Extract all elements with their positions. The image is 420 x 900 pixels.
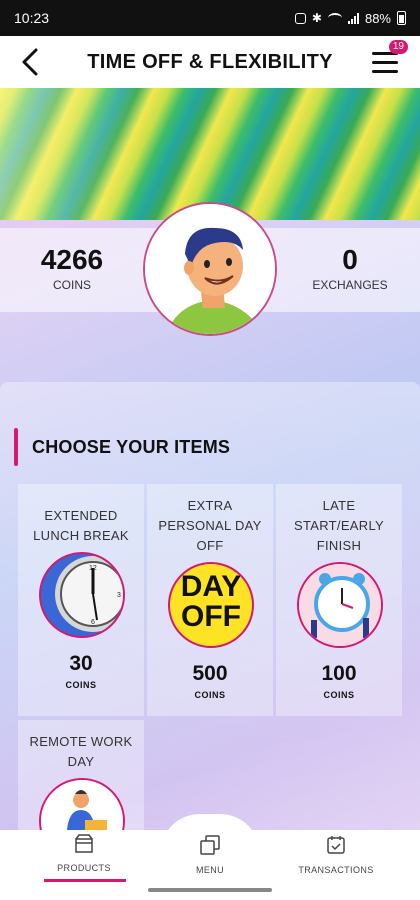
day-off-text-day: DAY (180, 570, 242, 603)
box-icon (75, 834, 93, 853)
chevron-left-icon (22, 48, 38, 76)
status-time: 10:23 (14, 10, 50, 26)
svg-text:3: 3 (117, 592, 121, 599)
coins-value: 4266 (40, 244, 104, 275)
status-icons: ✱ 88% (294, 10, 406, 26)
nav-transactions[interactable]: TRANSACTIONS (266, 834, 406, 875)
signal-icon (347, 12, 359, 24)
status-bar: 10:23 ✱ 88% (0, 0, 420, 36)
calendar-check-icon (327, 836, 345, 854)
item-name: OFF (196, 538, 224, 553)
home-indicator[interactable] (148, 888, 272, 892)
page-title: TIME OFF & FLEXIBILITY (87, 50, 333, 73)
section-title: CHOOSE YOUR ITEMS (32, 436, 231, 457)
bluetooth-icon: ✱ (311, 11, 322, 25)
item-card-extended-lunch-break[interactable]: EXTENDED LUNCH BREAK 12 3 6 30 COINS (18, 484, 144, 716)
copy-icon (200, 835, 220, 855)
nav-menu[interactable]: MENU (140, 834, 280, 875)
nav-products-label: PRODUCTS (57, 863, 111, 873)
item-price: 500 (192, 662, 228, 685)
app-header: TIME OFF & FLEXIBILITY 19 (0, 36, 420, 88)
nav-products[interactable]: PRODUCTS (14, 834, 154, 873)
laptop-person-icon (39, 778, 125, 830)
category-banner (0, 88, 420, 220)
alarm-clock-icon (297, 562, 383, 648)
battery-icon (397, 11, 406, 25)
coins-stat: 4266 COINS (2, 244, 142, 292)
item-name: DAY (67, 754, 95, 769)
section-header: CHOOSE YOUR ITEMS (14, 428, 230, 466)
clock-icon: 12 3 6 (39, 552, 125, 638)
coins-label: COINS (52, 278, 91, 292)
item-price-unit: COINS (323, 690, 355, 700)
alarm-icon (294, 12, 306, 24)
nav-transactions-label: TRANSACTIONS (298, 865, 374, 875)
item-price: 30 (69, 652, 93, 675)
item-name: EXTRA (187, 498, 233, 513)
hamburger-line (372, 61, 398, 64)
exchanges-label: EXCHANGES (312, 278, 388, 292)
item-price-unit: COINS (65, 680, 97, 690)
menu-button[interactable]: 19 (368, 40, 408, 80)
item-name: FINISH (316, 538, 362, 553)
back-button[interactable] (12, 44, 48, 80)
item-name: REMOTE WORK (29, 734, 133, 749)
wifi-icon (327, 13, 342, 23)
item-name: LATE (322, 498, 356, 513)
battery-percent: 88% (364, 10, 391, 26)
day-off-text-off: OFF (181, 600, 241, 633)
user-avatar-icon (145, 204, 275, 334)
item-name: PERSONAL DAY (158, 518, 262, 533)
svg-text:6: 6 (91, 619, 95, 626)
exchanges-stat: 0 EXCHANGES (280, 244, 420, 292)
notification-badge: 19 (388, 40, 408, 54)
item-card-extra-personal-day-off[interactable]: EXTRA PERSONAL DAY OFF DAY OFF 500 COINS (147, 484, 273, 716)
item-name: EXTENDED (44, 508, 118, 523)
nav-menu-label: MENU (195, 865, 225, 875)
item-name: START/EARLY (294, 518, 384, 533)
section-accent-bar (14, 428, 18, 466)
exchanges-value: 0 (342, 244, 358, 275)
item-card-remote-work-day[interactable]: REMOTE WORK DAY (18, 720, 144, 830)
hamburger-line (372, 70, 398, 73)
item-card-late-start-early-finish[interactable]: LATE START/EARLY FINISH 100 COINS (276, 484, 402, 716)
active-tab-indicator (44, 879, 126, 882)
item-price-unit: COINS (194, 690, 226, 700)
svg-text:12: 12 (89, 565, 97, 572)
day-off-icon: DAY OFF (168, 562, 254, 648)
avatar[interactable] (143, 202, 277, 336)
item-name: LUNCH BREAK (33, 528, 129, 543)
item-price: 100 (321, 662, 357, 685)
